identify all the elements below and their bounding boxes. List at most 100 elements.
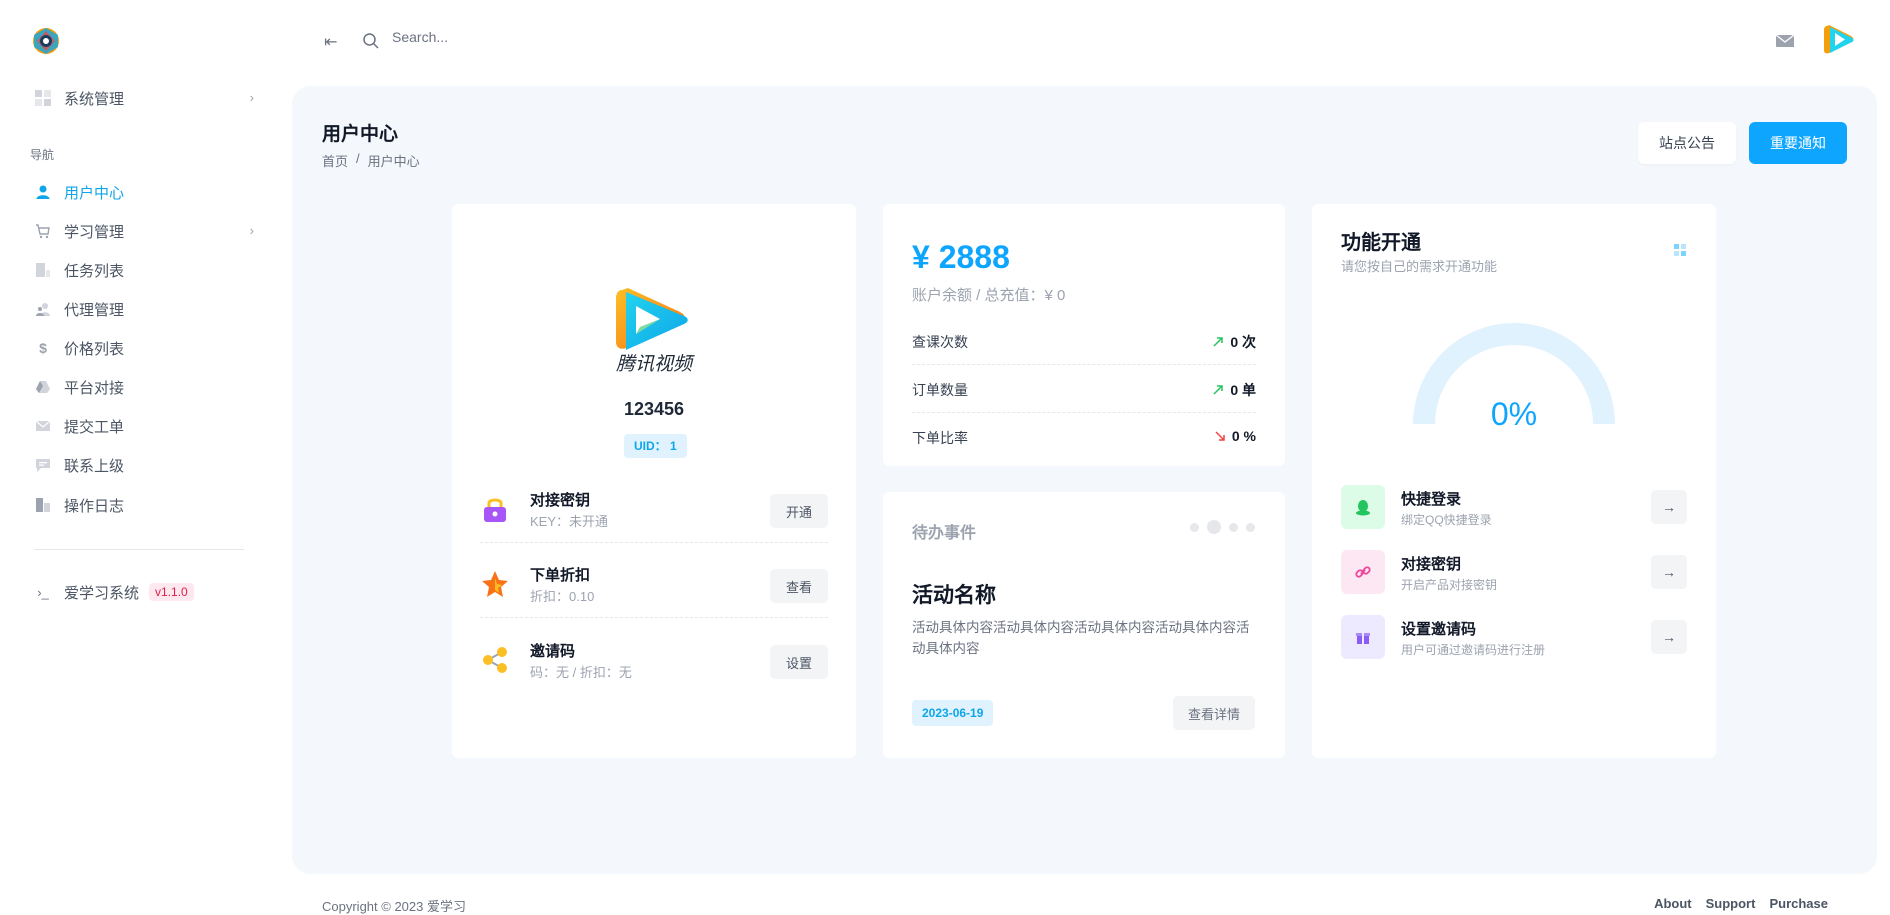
terminal-icon: ›_ (37, 584, 49, 600)
chevron-right-icon: › (249, 223, 254, 238)
important-notice-button[interactable]: 重要通知 (1749, 122, 1847, 164)
drive-icon (34, 378, 52, 396)
arrow-right-icon[interactable]: → (1651, 490, 1687, 524)
chat-icon (34, 456, 52, 474)
view-discount-button[interactable]: 查看 (770, 569, 828, 603)
footer-links: About Support Purchase (1654, 896, 1828, 911)
chevron-right-icon: › (249, 90, 254, 105)
sidebar-item-contact[interactable]: 联系上级 (34, 453, 254, 477)
feature-row-api-key: 对接密钥 KEY：未开通 开通 (480, 476, 828, 543)
stat-value-wrap: 0 次 (1212, 332, 1256, 352)
search-input[interactable] (390, 28, 654, 46)
view-details-button[interactable]: 查看详情 (1173, 696, 1255, 730)
sidebar-item-tasks[interactable]: 任务列表 (34, 258, 254, 282)
topbar: ⇤ (290, 0, 1890, 84)
share-icon (483, 647, 507, 673)
stat-row: 下单比率 0 % (912, 412, 1256, 460)
todo-card: 待办事件 活动名称 活动具体内容活动具体内容活动具体内容活动具体内容活动具体内容… (883, 492, 1285, 758)
sidebar-item-study[interactable]: 学习管理 › (34, 219, 254, 243)
sidebar-item-logs[interactable]: 操作日志 (34, 493, 254, 517)
account-card: ¥ 2888 账户余额 / 总充值：¥ 0 查课次数 0 次 订单数量 0 单 … (883, 204, 1285, 466)
sidebar-item-prices[interactable]: $ 价格列表 (34, 336, 254, 360)
system-name: 爱学习系统 (64, 584, 140, 602)
feature-title: 下单折扣 (530, 567, 591, 584)
balance-value: ¥ 2888 (912, 239, 1010, 275)
trend-up-icon (1213, 385, 1224, 395)
footer-link-support[interactable]: Support (1706, 896, 1756, 911)
feature-row-discount: 下单折扣 折扣：0.10 查看 (480, 551, 828, 618)
stat-value: 0 次 (1230, 334, 1256, 350)
feature-subtitle: 折扣：0.10 (530, 589, 595, 604)
breadcrumb: 首页 / 用户中心 (322, 151, 420, 170)
app-logo-icon[interactable] (30, 25, 62, 57)
option-row-api-key: 对接密钥 开启产品对接密钥 → (1341, 547, 1687, 597)
trend-down-icon (1215, 431, 1225, 441)
set-invite-code-button[interactable]: 设置 (770, 645, 828, 679)
main-content: 用户中心 首页 / 用户中心 站点公告 重要通知 腾讯视频 123456 UID… (292, 86, 1877, 874)
profile-avatar: 腾讯视频 (616, 288, 695, 372)
dashboard-icon (34, 89, 52, 107)
stat-value: 0 单 (1230, 382, 1256, 398)
carousel-dots (1190, 520, 1255, 534)
stat-row: 订单数量 0 单 (912, 364, 1256, 413)
mail-icon (34, 417, 52, 435)
carousel-dot[interactable] (1246, 522, 1255, 532)
sidebar-item-label: 价格列表 (64, 340, 125, 358)
option-subtitle: 开启产品对接密钥 (1401, 578, 1498, 592)
carousel-dot[interactable] (1190, 522, 1199, 532)
sidebar-item-user-center[interactable]: 用户中心 (34, 180, 254, 204)
footer-link-purchase[interactable]: Purchase (1769, 896, 1828, 911)
balance-subtitle: 账户余额 / 总充值：¥ 0 (912, 287, 1066, 304)
sidebar-item-label: 联系上级 (64, 457, 125, 475)
breadcrumb-separator: / (356, 151, 360, 166)
event-body: 活动具体内容活动具体内容活动具体内容活动具体内容活动具体内容 (912, 620, 1250, 656)
cart-icon (34, 222, 52, 240)
footer-link-about[interactable]: About (1654, 896, 1692, 911)
version-badge: v1.1.0 (149, 583, 194, 601)
feature-title: 对接密钥 (530, 492, 591, 509)
user-icon (34, 183, 52, 201)
option-title: 设置邀请码 (1401, 621, 1477, 638)
feature-subtitle: 码：无 / 折扣：无 (530, 665, 632, 680)
sidebar-item-system[interactable]: 系统管理 › (34, 86, 254, 110)
event-date-badge: 2023-06-19 (912, 700, 994, 726)
site-notice-button[interactable]: 站点公告 (1638, 122, 1736, 164)
sidebar-divider (34, 549, 244, 550)
sidebar-item-label: 学习管理 (64, 223, 125, 241)
functions-subtitle: 请您按自己的需求开通功能 (1341, 259, 1498, 274)
enable-api-key-button[interactable]: 开通 (770, 494, 828, 528)
option-subtitle: 用户可通过邀请码进行注册 (1401, 643, 1546, 657)
sidebar-item-label: 操作日志 (64, 497, 125, 515)
list-icon (34, 261, 52, 279)
gift-icon (1341, 615, 1385, 659)
sidebar-item-ticket[interactable]: 提交工单 (34, 414, 254, 438)
option-title: 对接密钥 (1401, 556, 1462, 573)
link-icon (1341, 550, 1385, 594)
sidebar-item-label: 系统管理 (64, 90, 125, 108)
users-icon (34, 300, 52, 318)
sidebar-system-info[interactable]: ›_ 爱学习系统 v1.1.0 (34, 580, 254, 604)
arrow-right-icon[interactable]: → (1651, 620, 1687, 654)
arrow-right-icon[interactable]: → (1651, 555, 1687, 589)
sidebar-item-platform[interactable]: 平台对接 (34, 375, 254, 399)
option-row-quick-login: 快捷登录 绑定QQ快捷登录 → (1341, 482, 1687, 532)
nav-section-label: 导航 (30, 148, 55, 162)
sidebar-item-label: 任务列表 (64, 262, 125, 280)
feature-subtitle: KEY：未开通 (530, 514, 609, 529)
star-icon (482, 571, 508, 597)
sidebar-item-agents[interactable]: 代理管理 (34, 297, 254, 321)
event-title: 活动名称 (912, 584, 996, 607)
breadcrumb-home[interactable]: 首页 (322, 151, 348, 170)
collapse-sidebar-icon[interactable]: ⇤ (324, 32, 337, 52)
mail-icon[interactable] (1775, 33, 1795, 49)
qq-icon (1341, 485, 1385, 529)
progress-value: 0% (1490, 396, 1538, 432)
feature-title: 邀请码 (530, 643, 576, 660)
carousel-dot[interactable] (1229, 522, 1238, 532)
footer-copyright: Copyright © 2023 爱学习 (322, 899, 466, 914)
avatar[interactable] (1821, 22, 1857, 58)
grid-icon[interactable] (1674, 244, 1686, 256)
carousel-dot-active[interactable] (1207, 520, 1221, 534)
stat-value-wrap: 0 单 (1212, 380, 1256, 400)
option-title: 快捷登录 (1401, 491, 1462, 508)
